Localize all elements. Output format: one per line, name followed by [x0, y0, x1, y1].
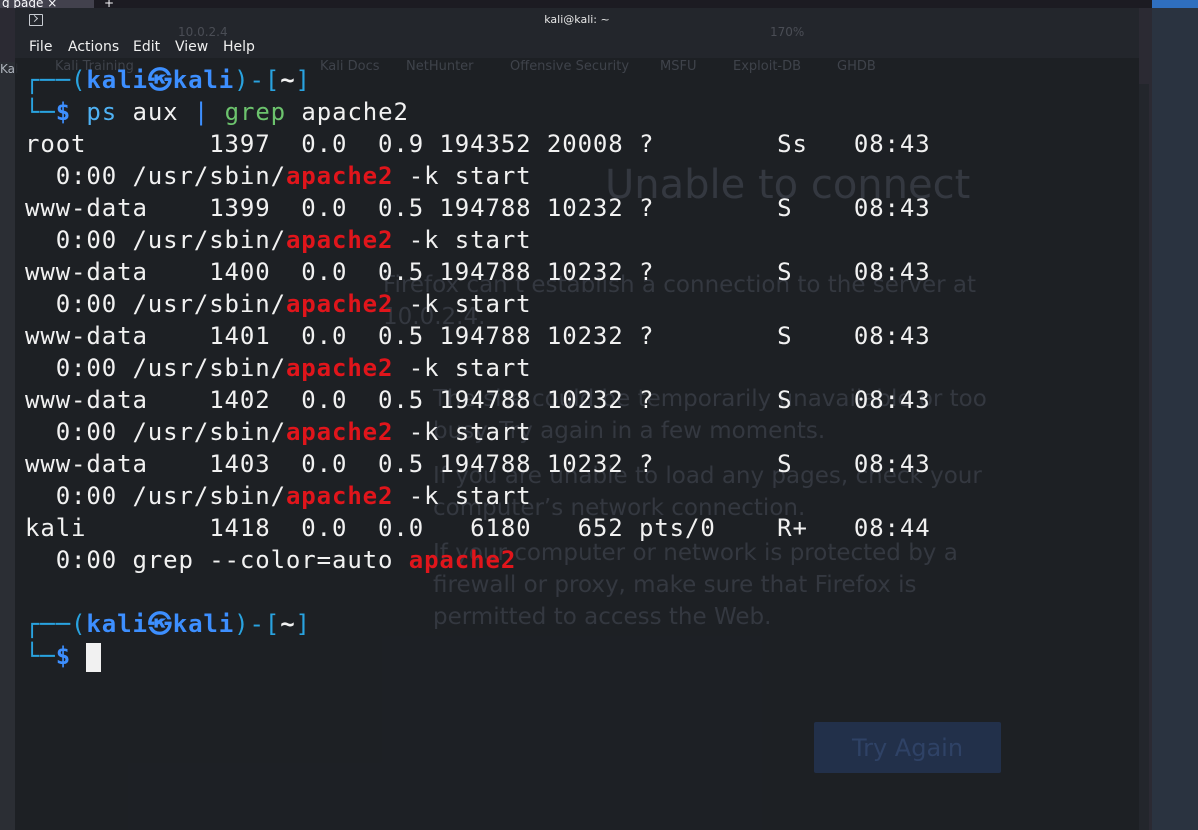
grep-match: apache2: [285, 290, 394, 318]
prompt-host: kali: [172, 66, 235, 94]
grep-match: apache2: [285, 226, 394, 254]
ghost-bookmark: Exploit-DB: [733, 59, 802, 74]
browser-tab: g page ×: [0, 0, 94, 8]
ghost-error-line: permitted to access the Web.: [433, 604, 772, 630]
ghost-bookmark: Kali Docs: [320, 59, 380, 74]
prompt-at-icon: ㉿: [147, 66, 173, 94]
output-line: 0:00 /usr/sbin/apache2 -k start: [25, 418, 532, 446]
command-grep: grep: [224, 98, 287, 126]
prompt-user: kali: [86, 66, 148, 94]
output-line: www-data 1401 0.0 0.5 194788 10232 ? S 0…: [25, 322, 931, 350]
grep-match: apache2: [285, 418, 394, 446]
output-line: www-data 1399 0.0 0.5 194788 10232 ? S 0…: [25, 194, 931, 222]
menu-bar: File Actions Edit View Help: [15, 36, 1139, 58]
command-arg: apache2: [301, 98, 409, 126]
grep-match: apache2: [408, 546, 517, 574]
grep-match: apache2: [285, 162, 394, 190]
prompt-at-icon: ㉿: [147, 610, 173, 638]
output-line: kali 1418 0.0 0.0 6180 652 pts/0 R+ 08:4…: [25, 514, 931, 542]
ghost-bookmark: GHDB: [837, 59, 876, 74]
command-name: ps: [86, 98, 118, 126]
browser-tab-strip: g page × +: [0, 0, 1198, 10]
browser-left-edge: Kal: [0, 62, 18, 830]
output-line: 0:00 /usr/sbin/apache2 -k start: [25, 162, 532, 190]
command-pipe: |: [193, 98, 210, 126]
output-line: www-data 1403 0.0 0.5 194788 10232 ? S 0…: [25, 450, 931, 478]
ghost-try-again-button: Try Again: [814, 722, 1001, 773]
text-cursor[interactable]: [86, 642, 102, 672]
menu-actions[interactable]: Actions: [68, 39, 119, 55]
ghost-bookmark: NetHunter: [406, 59, 474, 74]
tab-close-icon: ×: [47, 0, 58, 8]
terminal-scrollbar[interactable]: [1139, 84, 1149, 830]
prompt-user: kali: [86, 610, 148, 638]
menu-help[interactable]: Help: [223, 39, 255, 55]
command-line: └─$ ps aux | grep apache2: [25, 98, 409, 126]
prompt-dollar: $: [55, 98, 72, 126]
ghost-bookmark: Offensive Security: [510, 59, 630, 74]
output-line: www-data 1400 0.0 0.5 194788 10232 ? S 0…: [25, 258, 931, 286]
output-line: 0:00 grep --color=auto apache2: [25, 546, 517, 574]
prompt-dollar: $: [55, 642, 72, 670]
output-line: www-data 1402 0.0 0.5 194788 10232 ? S 0…: [25, 386, 931, 414]
input-line[interactable]: └─$: [25, 640, 102, 672]
output-line: 0:00 /usr/sbin/apache2 -k start: [25, 354, 532, 382]
output-line: 0:00 /usr/sbin/apache2 -k start: [25, 482, 532, 510]
menu-edit[interactable]: Edit: [133, 39, 160, 55]
prompt-dir: ~: [280, 610, 296, 638]
prompt-line-top: ┌──(kali㉿kali)-[~]: [25, 66, 311, 94]
grep-match: apache2: [285, 354, 394, 382]
output-line: root 1397 0.0 0.9 194352 20008 ? Ss 08:4…: [25, 130, 931, 158]
desktop-panel-accent: [1152, 0, 1198, 8]
browser-tab-label: g page: [2, 0, 44, 8]
menu-view[interactable]: View: [175, 39, 208, 55]
output-line: 0:00 /usr/sbin/apache2 -k start: [25, 226, 532, 254]
prompt-host: kali: [172, 610, 235, 638]
window-title: kali@kali: ~: [544, 13, 610, 26]
prompt-dir: ~: [280, 66, 296, 94]
ghost-bookmark: MSFU: [660, 59, 697, 74]
menu-file[interactable]: File: [29, 39, 52, 55]
grep-match: apache2: [285, 482, 394, 510]
title-bar[interactable]: 10.0.2.4 kali@kali: ~ 170%: [15, 8, 1139, 39]
desktop-edge: [1152, 0, 1198, 830]
prompt-line-top: ┌──(kali㉿kali)-[~]: [25, 610, 311, 638]
output-line: 0:00 /usr/sbin/apache2 -k start: [25, 290, 532, 318]
command-arg: aux: [132, 98, 179, 126]
